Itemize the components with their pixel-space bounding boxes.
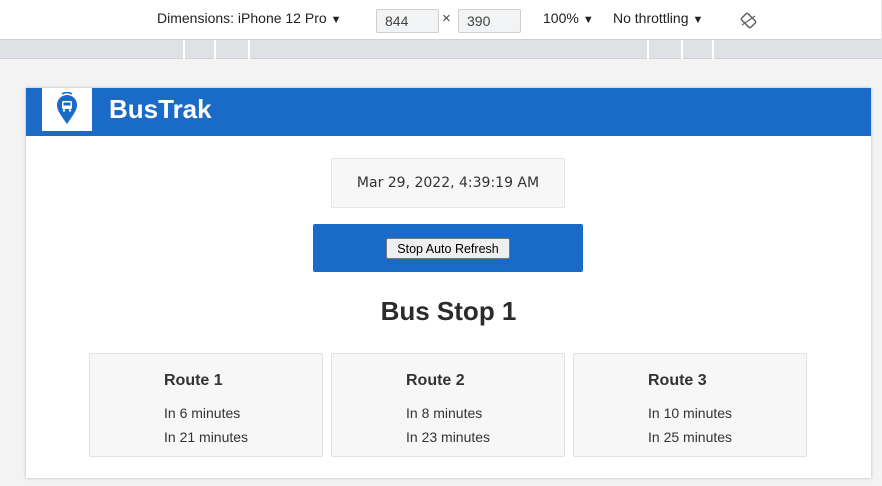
throttling-dropdown[interactable]: No throttling ▼ — [613, 10, 703, 26]
app-header: BusTrak — [26, 88, 871, 136]
rotate-icon[interactable] — [740, 12, 757, 29]
stop-auto-refresh-button[interactable]: Stop Auto Refresh — [386, 238, 510, 259]
chevron-down-icon: ▼ — [692, 14, 704, 26]
refresh-panel: Stop Auto Refresh — [313, 224, 583, 272]
arrival-time: In 10 minutes — [648, 405, 733, 421]
times-symbol: × — [442, 10, 451, 27]
route-card: Route 3 In 10 minutes In 25 minutes — [573, 353, 807, 457]
ruler-tick — [248, 40, 250, 59]
zoom-label: 100% — [543, 10, 579, 26]
arrival-time: In 6 minutes — [164, 405, 241, 421]
app-title: BusTrak — [109, 94, 212, 124]
throttling-label: No throttling — [613, 10, 689, 26]
ruler-tick — [647, 40, 649, 59]
zoom-dropdown[interactable]: 100% ▼ — [543, 10, 594, 26]
arrival-time: In 23 minutes — [406, 429, 491, 445]
app-logo — [42, 88, 92, 131]
bus-stop-title: Bus Stop 1 — [380, 296, 517, 326]
arrival-time: In 21 minutes — [164, 429, 249, 445]
device-dimensions-label: Dimensions: iPhone 12 Pro — [157, 10, 327, 26]
arrival-time: In 8 minutes — [406, 405, 483, 421]
route-name: Route 2 — [406, 372, 465, 389]
current-datetime: Mar 29, 2022, 4:39:19 AM — [331, 158, 565, 208]
route-card: Route 1 In 6 minutes In 21 minutes — [89, 353, 323, 457]
device-viewport: BusTrak Mar 29, 2022, 4:39:19 AM Stop Au… — [26, 88, 871, 478]
media-query-ruler[interactable] — [0, 40, 882, 59]
ruler-tick — [183, 40, 185, 59]
device-toolbar: Dimensions: iPhone 12 Pro▼ × 100%▼ No th… — [0, 0, 882, 40]
ruler-tick — [681, 40, 683, 59]
ruler-tick — [214, 40, 216, 59]
device-dimensions-dropdown[interactable]: Dimensions: iPhone 12 Pro ▼ — [157, 10, 342, 26]
route-card: Route 2 In 8 minutes In 23 minutes — [331, 353, 565, 457]
route-name: Route 3 — [648, 372, 707, 389]
chevron-down-icon: ▼ — [330, 14, 342, 26]
viewport-width-input[interactable] — [376, 9, 439, 33]
viewport-height-input[interactable] — [458, 9, 521, 33]
arrival-time: In 25 minutes — [648, 429, 733, 445]
chevron-down-icon: ▼ — [582, 14, 594, 26]
ruler-tick — [712, 40, 714, 59]
bus-location-icon — [57, 92, 77, 124]
route-name: Route 1 — [164, 372, 223, 389]
